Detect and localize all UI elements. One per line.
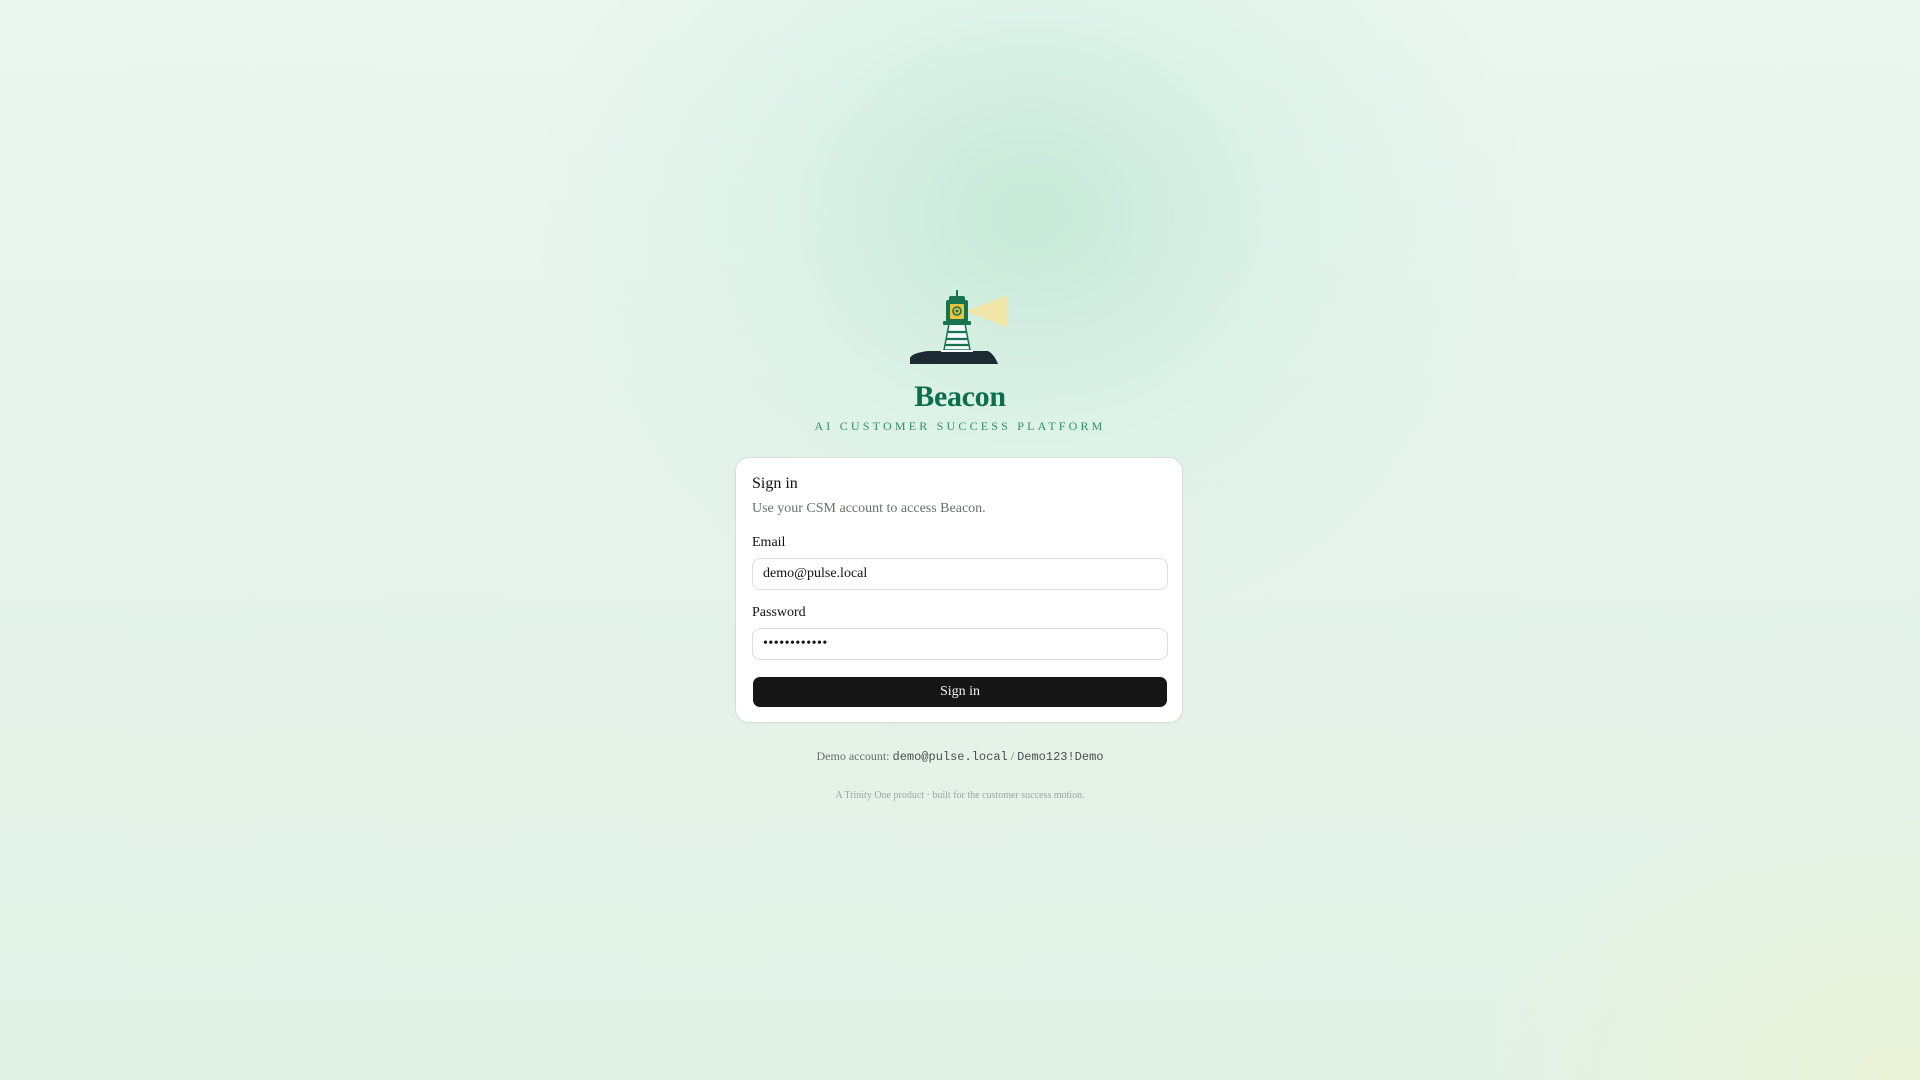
brand-title: Beacon — [914, 380, 1006, 413]
card-title: Sign in — [752, 475, 798, 492]
demo-account-email: demo@pulse.local — [892, 750, 1008, 764]
login-page: Beacon AI CUSTOMER SUCCESS PLATFORM Sign… — [0, 0, 1920, 1080]
demo-account-separator: / — [1010, 749, 1015, 763]
lighthouse-icon — [910, 290, 1008, 364]
email-label: Email — [752, 535, 786, 550]
signin-button[interactable]: Sign in — [753, 677, 1167, 707]
email-field[interactable] — [752, 558, 1168, 590]
demo-account-password: Demo123!Demo — [1017, 750, 1104, 764]
password-field[interactable] — [752, 628, 1168, 660]
password-label: Password — [752, 605, 806, 620]
signin-card: Sign in Use your CSM account to access B… — [735, 457, 1183, 723]
brand-subtitle: AI CUSTOMER SUCCESS PLATFORM — [814, 419, 1106, 433]
demo-account-hint: Demo account: demo@pulse.local / Demo123… — [0, 748, 1920, 765]
demo-account-prefix: Demo account: — [816, 749, 890, 763]
card-description: Use your CSM account to access Beacon. — [752, 501, 986, 516]
footer-text: A Trinity One product · built for the cu… — [835, 790, 1085, 801]
